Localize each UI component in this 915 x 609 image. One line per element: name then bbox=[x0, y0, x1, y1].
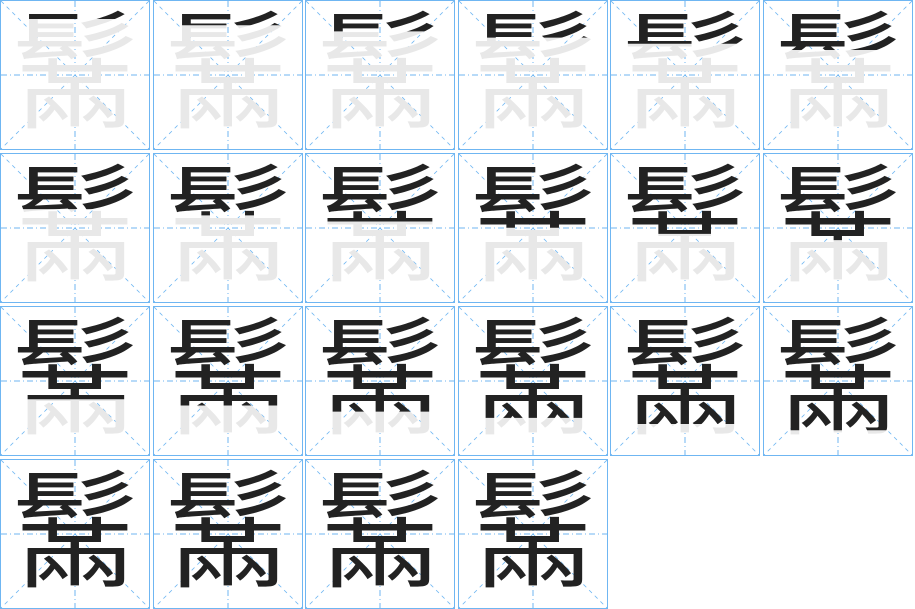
stroke-step-9: 鬗鬗 bbox=[305, 153, 455, 303]
stroke-step-12: 鬗鬗 bbox=[763, 153, 913, 303]
stroke-step-19: 鬗鬗 bbox=[0, 459, 150, 609]
stroke-step-4: 鬗鬗 bbox=[458, 0, 608, 150]
stroke-step-11: 鬗鬗 bbox=[610, 153, 760, 303]
stroke-step-15: 鬗鬗 bbox=[305, 306, 455, 456]
drawn-strokes: 鬗 bbox=[163, 459, 292, 608]
stroke-step-8: 鬗鬗 bbox=[153, 153, 303, 303]
stroke-step-21: 鬗鬗 bbox=[305, 459, 455, 609]
stroke-step-5: 鬗鬗 bbox=[610, 0, 760, 150]
stroke-step-3: 鬗鬗 bbox=[305, 0, 455, 150]
stroke-step-13: 鬗鬗 bbox=[0, 306, 150, 456]
stroke-step-22: 鬗鬗 bbox=[458, 459, 608, 609]
stroke-step-1: 鬗鬗 bbox=[0, 0, 150, 150]
stroke-step-10: 鬗鬗 bbox=[458, 153, 608, 303]
stroke-step-2: 鬗鬗 bbox=[153, 0, 303, 150]
stroke-step-18: 鬗鬗 bbox=[763, 306, 913, 456]
stroke-step-14: 鬗鬗 bbox=[153, 306, 303, 456]
ghost-character: 鬗 bbox=[10, 0, 139, 149]
stroke-step-6: 鬗鬗 bbox=[763, 0, 913, 150]
drawn-strokes: 鬗 bbox=[468, 459, 597, 608]
stroke-step-20: 鬗鬗 bbox=[153, 459, 303, 609]
drawn-strokes: 鬗 bbox=[315, 459, 444, 608]
drawn-strokes: 鬗 bbox=[10, 459, 139, 608]
stroke-step-17: 鬗鬗 bbox=[610, 306, 760, 456]
stroke-step-7: 鬗鬗 bbox=[0, 153, 150, 303]
stroke-step-16: 鬗鬗 bbox=[458, 306, 608, 456]
